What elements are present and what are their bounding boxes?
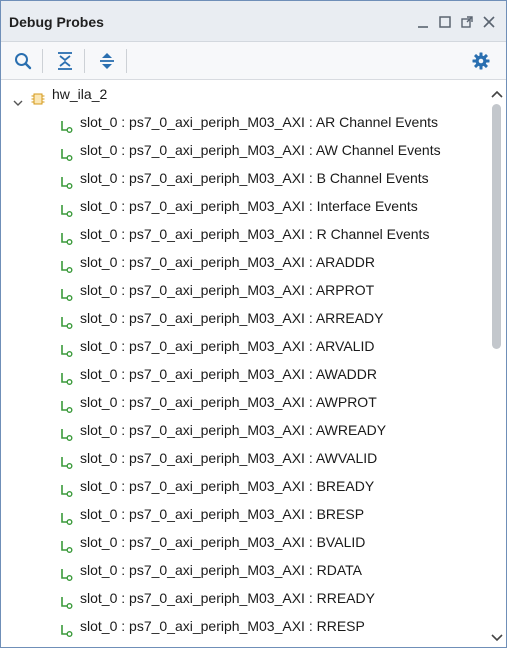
probe-signal-icon <box>59 143 73 161</box>
collapse-all-icon[interactable] <box>55 51 75 71</box>
window-title: Debug Probes <box>9 14 104 30</box>
probe-signal-icon <box>59 227 73 245</box>
ila-core-icon <box>31 87 45 105</box>
search-icon[interactable] <box>13 51 33 71</box>
probe-signal-icon <box>59 423 73 441</box>
probe-signal-icon <box>59 367 73 385</box>
probe-label: slot_0 : ps7_0_axi_periph_M03_AXI : RRES… <box>80 618 365 634</box>
probe-signal-icon <box>59 395 73 413</box>
title-bar: Debug Probes <box>1 1 506 42</box>
probe-label: slot_0 : ps7_0_axi_periph_M03_AXI : ARAD… <box>80 254 375 270</box>
probe-label: slot_0 : ps7_0_axi_periph_M03_AXI : ARVA… <box>80 338 375 354</box>
probe-label: slot_0 : ps7_0_axi_periph_M03_AXI : BRES… <box>80 506 365 522</box>
probe-row[interactable]: slot_0 : ps7_0_axi_periph_M03_AXI : Inte… <box>1 192 486 220</box>
probe-label: slot_0 : ps7_0_axi_periph_M03_AXI : AW C… <box>80 142 441 158</box>
probe-row[interactable]: slot_0 : ps7_0_axi_periph_M03_AXI : RRES… <box>1 612 486 640</box>
probe-label: slot_0 : ps7_0_axi_periph_M03_AXI : BVAL… <box>80 534 366 550</box>
probe-label: slot_0 : ps7_0_axi_periph_M03_AXI : RREA… <box>80 590 375 606</box>
toolbar-separator <box>126 49 127 73</box>
gear-icon[interactable] <box>471 51 491 71</box>
probe-label: slot_0 : ps7_0_axi_periph_M03_AXI : AWPR… <box>80 394 377 410</box>
probe-row[interactable]: slot_0 : ps7_0_axi_periph_M03_AXI : BRES… <box>1 500 486 528</box>
probe-signal-icon <box>59 507 73 525</box>
probe-signal-icon <box>59 591 73 609</box>
float-icon[interactable] <box>460 15 474 29</box>
probe-signal-icon <box>59 171 73 189</box>
probe-signal-icon <box>59 311 73 329</box>
probe-signal-icon <box>59 535 73 553</box>
probe-label: slot_0 : ps7_0_axi_periph_M03_AXI : Inte… <box>80 198 418 214</box>
probe-row[interactable]: slot_0 : ps7_0_axi_periph_M03_AXI : ARAD… <box>1 248 486 276</box>
probe-label: slot_0 : ps7_0_axi_periph_M03_AXI : RDAT… <box>80 562 362 578</box>
probe-row[interactable]: slot_0 : ps7_0_axi_periph_M03_AXI : AWPR… <box>1 388 486 416</box>
vertical-scrollbar[interactable] <box>487 80 506 647</box>
minimize-icon[interactable] <box>416 15 430 29</box>
probe-signal-icon <box>59 563 73 581</box>
toolbar-separator <box>42 49 43 73</box>
probe-label: slot_0 : ps7_0_axi_periph_M03_AXI : R Ch… <box>80 226 430 242</box>
probe-row[interactable]: slot_0 : ps7_0_axi_periph_M03_AXI : AR C… <box>1 108 486 136</box>
expand-all-icon[interactable] <box>97 51 117 71</box>
probe-label: slot_0 : ps7_0_axi_periph_M03_AXI : B Ch… <box>80 170 429 186</box>
probe-label: slot_0 : ps7_0_axi_periph_M03_AXI : BREA… <box>80 478 375 494</box>
probe-label: slot_0 : ps7_0_axi_periph_M03_AXI : AR C… <box>80 114 439 130</box>
probe-row[interactable]: slot_0 : ps7_0_axi_periph_M03_AXI : AWRE… <box>1 416 486 444</box>
close-icon[interactable] <box>482 15 496 29</box>
tree-root-row[interactable]: hw_ila_2 <box>1 80 486 108</box>
probe-label: slot_0 : ps7_0_axi_periph_M03_AXI : AWRE… <box>80 422 387 438</box>
tree-root-label: hw_ila_2 <box>52 86 108 102</box>
probe-signal-icon <box>59 339 73 357</box>
maximize-icon[interactable] <box>438 15 452 29</box>
probe-signal-icon <box>59 115 73 133</box>
probe-tree: hw_ila_2 slot_0 : ps7_0_axi_periph_M03_A… <box>1 80 486 647</box>
probe-row[interactable]: slot_0 : ps7_0_axi_periph_M03_AXI : RREA… <box>1 584 486 612</box>
probe-label: slot_0 : ps7_0_axi_periph_M03_AXI : ARRE… <box>80 310 384 326</box>
toolbar-separator <box>84 49 85 73</box>
probe-row[interactable]: slot_0 : ps7_0_axi_periph_M03_AXI : ARPR… <box>1 276 486 304</box>
probe-label: slot_0 : ps7_0_axi_periph_M03_AXI : AWVA… <box>80 450 378 466</box>
probe-row[interactable]: slot_0 : ps7_0_axi_periph_M03_AXI : R Ch… <box>1 220 486 248</box>
window-controls <box>416 15 496 29</box>
scroll-up-icon[interactable] <box>491 86 503 98</box>
probe-signal-icon <box>59 283 73 301</box>
toolbar <box>1 42 506 80</box>
probe-signal-icon <box>59 619 73 637</box>
probe-row[interactable]: slot_0 : ps7_0_axi_periph_M03_AXI : B Ch… <box>1 164 486 192</box>
probe-row[interactable]: slot_0 : ps7_0_axi_periph_M03_AXI : BVAL… <box>1 528 486 556</box>
probe-signal-icon <box>59 479 73 497</box>
probe-row[interactable]: slot_0 : ps7_0_axi_periph_M03_AXI : ARVA… <box>1 332 486 360</box>
probe-list: slot_0 : ps7_0_axi_periph_M03_AXI : AR C… <box>1 108 486 640</box>
probe-signal-icon <box>59 255 73 273</box>
probe-signal-icon <box>59 199 73 217</box>
probe-row[interactable]: slot_0 : ps7_0_axi_periph_M03_AXI : RDAT… <box>1 556 486 584</box>
probe-label: slot_0 : ps7_0_axi_periph_M03_AXI : AWAD… <box>80 366 378 382</box>
probe-label: slot_0 : ps7_0_axi_periph_M03_AXI : ARPR… <box>80 282 375 298</box>
probe-row[interactable]: slot_0 : ps7_0_axi_periph_M03_AXI : AW C… <box>1 136 486 164</box>
chevron-down-icon[interactable] <box>13 89 23 106</box>
probe-row[interactable]: slot_0 : ps7_0_axi_periph_M03_AXI : ARRE… <box>1 304 486 332</box>
scrollbar-thumb[interactable] <box>492 104 501 349</box>
probe-row[interactable]: slot_0 : ps7_0_axi_periph_M03_AXI : AWAD… <box>1 360 486 388</box>
scroll-down-icon[interactable] <box>491 630 503 642</box>
probe-row[interactable]: slot_0 : ps7_0_axi_periph_M03_AXI : AWVA… <box>1 444 486 472</box>
debug-probes-window: Debug Probes hw_ila_2 slot_0: ps7_0_axi… <box>0 0 507 648</box>
probe-signal-icon <box>59 451 73 469</box>
probe-row[interactable]: slot_0 : ps7_0_axi_periph_M03_AXI : BREA… <box>1 472 486 500</box>
